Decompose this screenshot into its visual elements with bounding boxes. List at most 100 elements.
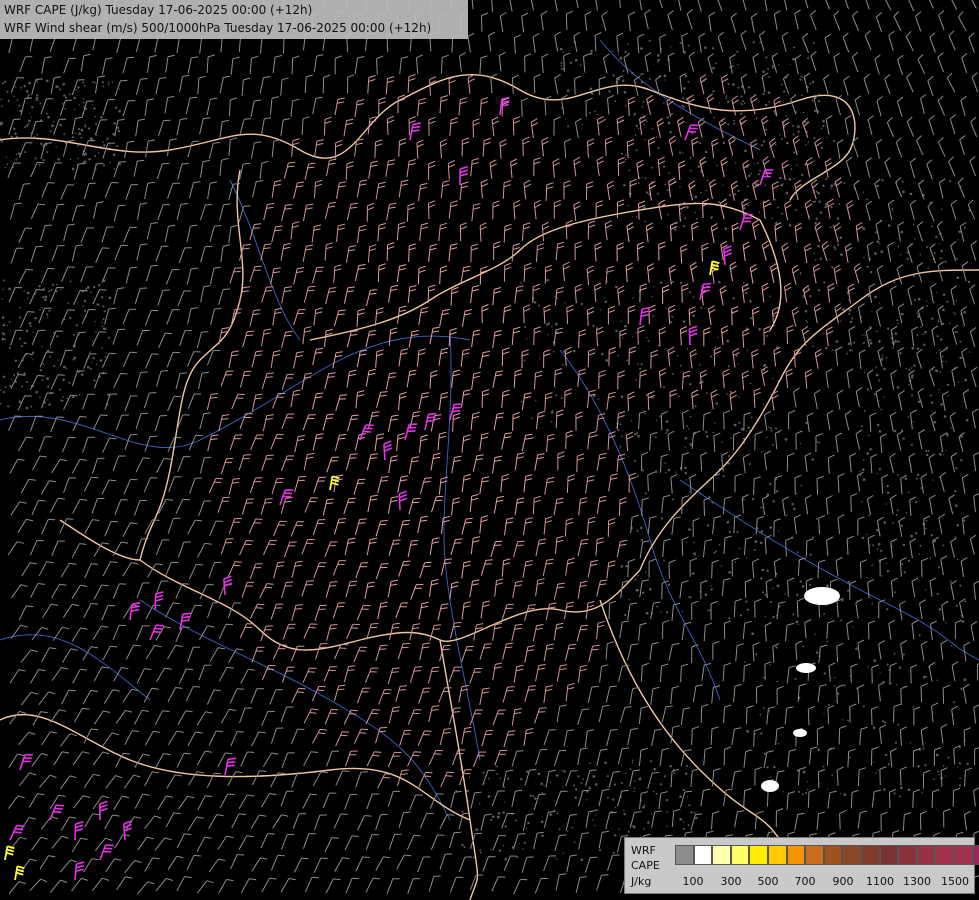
terrain-dot xyxy=(875,772,878,774)
wind-barb-shaft xyxy=(417,350,420,367)
terrain-dot xyxy=(101,81,104,84)
wind-barb-flag xyxy=(471,243,479,247)
wind-barb-shaft xyxy=(802,37,809,53)
wind-barb-shaft xyxy=(439,142,442,159)
terrain-dot xyxy=(677,395,680,398)
wind-barb xyxy=(230,56,240,75)
wind-barb-flag xyxy=(812,263,820,269)
wind-barb xyxy=(827,198,835,219)
wind-barb-flag xyxy=(884,157,891,163)
wind-barb xyxy=(29,415,43,432)
terrain-dot xyxy=(914,299,916,301)
wind-barb-shaft xyxy=(439,268,441,285)
wind-barb xyxy=(114,80,128,97)
terrain-dot xyxy=(799,78,802,81)
wind-barb xyxy=(304,74,313,94)
wind-barb xyxy=(293,308,306,326)
wind-barb-shaft xyxy=(619,0,621,9)
wind-barb-flag xyxy=(357,308,365,312)
wind-barb xyxy=(785,368,793,389)
wind-barb-flag xyxy=(843,75,850,81)
terrain-dot xyxy=(697,165,701,168)
wind-barb xyxy=(18,436,34,452)
wind-barb xyxy=(113,204,126,222)
terrain-dot xyxy=(102,318,105,321)
wind-barb-shaft xyxy=(711,267,715,284)
terrain-dot xyxy=(103,310,106,313)
river-line xyxy=(0,335,471,449)
country-border xyxy=(599,599,781,841)
wind-barb xyxy=(375,181,386,200)
terrain-dot xyxy=(914,238,916,240)
wind-barb xyxy=(617,156,625,177)
terrain-dot xyxy=(475,828,479,832)
wind-barb-shaft xyxy=(896,268,903,285)
wind-barb-flag xyxy=(264,328,272,331)
wind-barb-shaft xyxy=(71,245,77,262)
wind-barb xyxy=(71,370,85,387)
terrain-dot xyxy=(825,177,828,181)
wind-barb xyxy=(826,410,834,430)
wind-barb-flag xyxy=(557,241,565,245)
wind-barb-shaft xyxy=(564,141,567,159)
wind-barb-shaft xyxy=(596,119,600,136)
wind-barb-flag xyxy=(504,305,512,308)
wind-barb-flag xyxy=(729,53,736,59)
wind-barb-shaft xyxy=(875,392,880,408)
wind-barb-shaft xyxy=(858,352,862,369)
terrain-dot xyxy=(55,290,58,293)
wind-barb-flag xyxy=(708,309,716,314)
wind-barb xyxy=(606,391,616,410)
terrain-dot xyxy=(727,365,730,368)
wind-barb-shaft xyxy=(17,395,26,411)
wind-barb-flag xyxy=(450,247,458,250)
wind-barb-flag xyxy=(574,283,582,288)
wind-barb-shaft xyxy=(10,248,17,264)
terrain-dot xyxy=(968,351,971,353)
terrain-dot xyxy=(752,41,755,44)
terrain-dot xyxy=(878,379,881,382)
terrain-dot xyxy=(893,652,896,655)
terrain-dot xyxy=(768,75,771,78)
wind-barb-shaft xyxy=(637,37,640,54)
terrain-dot xyxy=(721,441,723,443)
terrain-dot xyxy=(524,325,527,328)
wind-barb-flag xyxy=(834,268,842,273)
wind-barb xyxy=(627,305,636,325)
wind-barb-flag xyxy=(408,373,416,376)
wind-barb-shaft xyxy=(565,13,568,30)
wind-barb-shaft xyxy=(948,161,956,177)
wind-barb-flag xyxy=(588,220,596,224)
wind-barb-shaft xyxy=(281,413,288,430)
terrain-dot xyxy=(46,143,48,146)
wind-barb-shaft xyxy=(356,351,361,368)
wind-barb xyxy=(418,307,429,325)
wind-barb-flag xyxy=(813,267,821,273)
wind-barb-shaft xyxy=(137,204,141,220)
terrain-dot xyxy=(589,87,593,91)
wind-barb-shaft xyxy=(251,351,257,368)
terrain-dot xyxy=(618,828,620,830)
wind-barb-flag xyxy=(786,328,794,333)
wind-barb-flag xyxy=(709,183,717,188)
terrain-dot xyxy=(625,565,628,568)
wind-barb xyxy=(303,285,316,303)
wind-barb-flag xyxy=(637,241,644,246)
wind-barb xyxy=(908,369,915,391)
wind-barb-shaft xyxy=(895,142,903,158)
wind-barb-flag xyxy=(428,200,435,204)
wind-barb-flag xyxy=(574,75,582,80)
terrain-dot xyxy=(874,252,877,255)
terrain-dot xyxy=(886,569,890,573)
terrain-dot xyxy=(879,672,881,674)
terrain-dot xyxy=(916,334,919,337)
terrain-dot xyxy=(547,333,549,336)
wind-barb-flag xyxy=(482,389,490,393)
wind-barb xyxy=(595,0,598,11)
wind-barb-shaft xyxy=(636,163,640,180)
wind-barb-flag xyxy=(492,204,500,208)
terrain-dot xyxy=(633,826,636,829)
wind-barb-flag xyxy=(700,369,707,374)
wind-barb-flag xyxy=(488,31,496,36)
country-border xyxy=(639,269,979,571)
